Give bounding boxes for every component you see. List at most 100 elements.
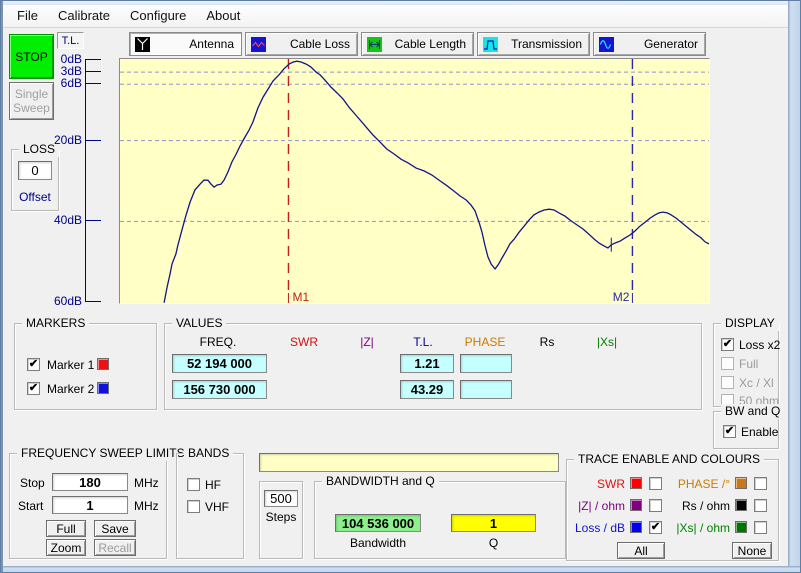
trace-xs-label: |Xs| / ohm — [670, 521, 730, 535]
trace-none-button[interactable]: None — [732, 542, 772, 559]
y-axis-tick-label: 20dB — [51, 133, 82, 147]
marker1-color-swatch[interactable] — [97, 358, 109, 370]
trace-phase-swatch[interactable] — [735, 477, 747, 489]
hf-checkbox[interactable] — [187, 478, 200, 491]
trace-xs-swatch[interactable] — [735, 521, 747, 533]
trace-rs-checkbox[interactable] — [754, 499, 767, 512]
values-header-xs: |Xs| — [585, 335, 629, 349]
values-header-phase: PHASE — [461, 335, 509, 349]
trace-rs-label: Rs / ohm — [670, 499, 730, 513]
marker1-phase-field — [460, 354, 512, 373]
chart-svg: M1M2 — [120, 59, 709, 303]
trace-loss-checkbox[interactable]: ✔ — [649, 521, 662, 534]
loss-offset-input[interactable]: 0 — [18, 161, 52, 180]
marker1-freq-field[interactable]: 52 194 000 — [172, 354, 267, 373]
values-header-swr: SWR — [284, 335, 324, 349]
sweep-chart[interactable]: M1M2 — [119, 58, 710, 304]
y-axis-tick — [85, 220, 101, 221]
q-label: Q — [451, 536, 536, 550]
loss-trace — [164, 61, 709, 303]
vhf-label: VHF — [205, 500, 229, 514]
markers-group-title: MARKERS — [22, 316, 89, 331]
start-freq-input[interactable]: 1 — [52, 496, 128, 514]
app-window: File Calibrate Configure About Antenna C… — [0, 0, 801, 573]
values-group-title: VALUES — [172, 316, 226, 331]
marker2-color-swatch[interactable] — [97, 382, 109, 394]
toolbar-button-label: Cable Loss — [270, 37, 352, 51]
values-header-rs: Rs — [527, 335, 567, 349]
trace-z-checkbox[interactable] — [649, 499, 662, 512]
y-axis-title: T.L. — [62, 35, 80, 47]
steps-input[interactable]: 500 — [264, 490, 298, 507]
stop-label: Stop — [20, 476, 45, 490]
y-axis-tick — [85, 140, 101, 141]
y-axis-tick-label: 60dB — [51, 294, 82, 308]
trace-group-title: TRACE ENABLE AND COLOURS — [574, 452, 764, 467]
trace-phase-checkbox[interactable] — [754, 477, 767, 490]
chart-plot-area[interactable]: M1M2 — [120, 59, 709, 303]
marker1-checkbox[interactable]: ✔ — [27, 358, 40, 371]
bands-group-title: BANDS — [184, 446, 233, 461]
trace-all-button[interactable]: All — [617, 542, 665, 559]
generator-mode-button[interactable]: Generator — [593, 32, 706, 56]
trace-xs-checkbox[interactable] — [754, 521, 767, 534]
toolbar-button-label: Transmission — [502, 37, 584, 51]
generator-icon — [599, 37, 614, 52]
steps-label: Steps — [260, 510, 302, 524]
markers-groupbox: MARKERS ✔ Marker 1 ✔ Marker 2 — [14, 323, 157, 410]
menu-about[interactable]: About — [196, 5, 250, 27]
y-axis-tick — [85, 59, 101, 60]
recall-button[interactable]: Recall — [94, 539, 136, 556]
cable-length-mode-button[interactable]: Cable Length — [361, 32, 474, 56]
start-label: Start — [18, 499, 43, 513]
menu-file[interactable]: File — [7, 5, 48, 27]
bwq-group-title: BW and Q — [721, 404, 784, 419]
cable-length-icon — [367, 37, 382, 52]
marker2-tl-field: 43.29 — [400, 380, 454, 399]
stop-unit-label: MHz — [134, 476, 159, 490]
marker-label-m1: M1 — [292, 290, 309, 303]
trace-swr-checkbox[interactable] — [649, 477, 662, 490]
display-groupbox: DISPLAY ✔ Loss x2 Full Xc / Xl 50 ohm — [713, 323, 779, 407]
values-header-freq: FREQ. — [188, 335, 248, 349]
sweep-limits-groupbox: FREQUENCY SWEEP LIMITS Stop 180 MHz Star… — [9, 453, 167, 559]
marker1-label: Marker 1 — [47, 358, 94, 372]
antenna-mode-button[interactable]: Antenna — [129, 32, 242, 56]
marker2-phase-field — [460, 380, 512, 399]
bandwidth-label: Bandwidth — [335, 536, 421, 550]
xc-xl-checkbox — [721, 376, 734, 389]
trace-swr-swatch[interactable] — [630, 477, 642, 489]
full-span-button[interactable]: Full — [46, 520, 86, 537]
single-sweep-label-line2: Sweep — [13, 101, 50, 115]
single-sweep-button[interactable]: Single Sweep — [9, 82, 54, 120]
single-sweep-label-line1: Single — [15, 87, 48, 101]
menu-configure[interactable]: Configure — [120, 5, 196, 27]
cable-loss-mode-button[interactable]: Cable Loss — [245, 32, 358, 56]
menu-calibrate[interactable]: Calibrate — [48, 5, 120, 27]
message-field[interactable] — [259, 453, 559, 472]
loss-x2-checkbox[interactable]: ✔ — [721, 338, 734, 351]
start-unit-label: MHz — [134, 499, 159, 513]
y-axis-tick — [85, 83, 101, 84]
cable-loss-icon — [251, 37, 266, 52]
window-border-right — [788, 1, 801, 573]
trace-groupbox: TRACE ENABLE AND COLOURS SWR PHASE /° |Z… — [566, 459, 779, 561]
mode-toolbar: Antenna Cable Loss Cable Length Transmis… — [129, 32, 706, 56]
trace-swr-label: SWR — [569, 477, 625, 491]
marker2-checkbox[interactable]: ✔ — [27, 382, 40, 395]
full-label: Full — [739, 357, 758, 371]
stop-button[interactable]: STOP — [9, 34, 54, 79]
vhf-checkbox[interactable] — [187, 500, 200, 513]
bandwidth-field: 104 536 000 — [335, 514, 421, 532]
trace-z-swatch[interactable] — [630, 499, 642, 511]
trace-loss-swatch[interactable] — [630, 521, 642, 533]
save-button[interactable]: Save — [94, 520, 136, 537]
stop-freq-input[interactable]: 180 — [52, 473, 128, 491]
marker2-freq-field[interactable]: 156 730 000 — [172, 380, 267, 399]
full-checkbox — [721, 357, 734, 370]
bwq-enable-checkbox[interactable]: ✔ — [723, 425, 736, 438]
trace-rs-swatch[interactable] — [735, 499, 747, 511]
zoom-button[interactable]: Zoom — [46, 539, 86, 556]
toolbar-button-label: Cable Length — [386, 37, 468, 51]
transmission-mode-button[interactable]: Transmission — [477, 32, 590, 56]
